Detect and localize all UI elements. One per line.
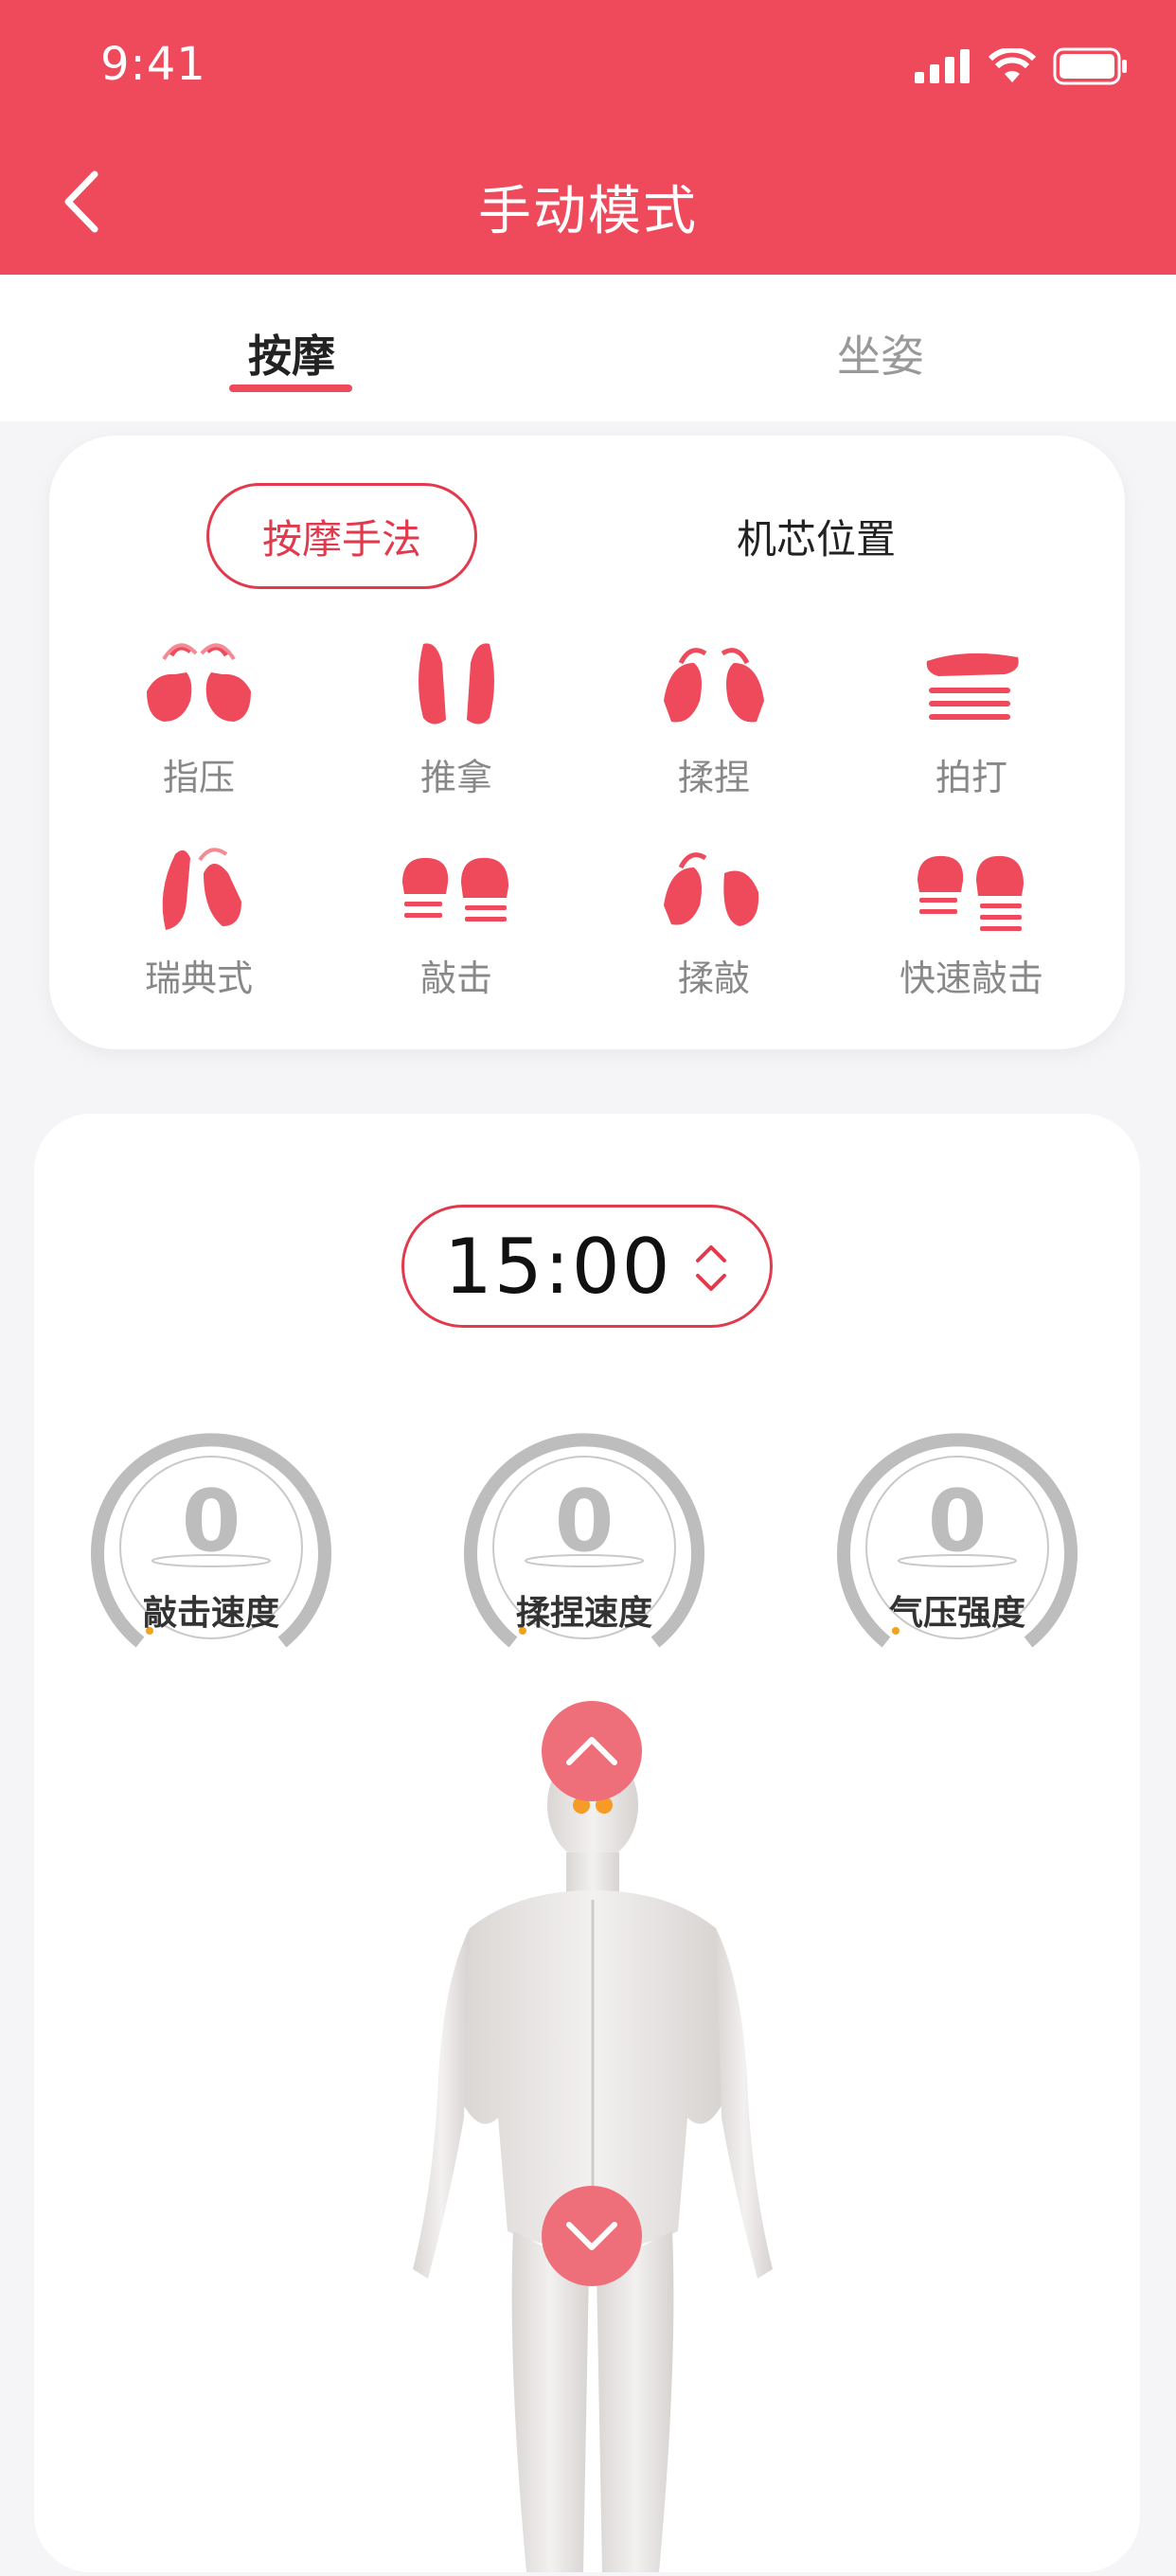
technique-item-swedish[interactable]: 瑞典式 <box>104 835 294 1001</box>
chevron-up-icon <box>566 1737 617 1765</box>
gauge-value: 0 <box>181 1472 241 1571</box>
technique-label: 快速敲击 <box>899 957 1043 999</box>
up-down-chevron-icon[interactable] <box>694 1240 728 1297</box>
move-up-button[interactable] <box>542 1701 642 1801</box>
technique-card: 按摩手法 机芯位置 指压 推拿 揉捏 拍打 瑞典式 敲击 揉敲 快速敲击 <box>49 436 1125 1049</box>
finger-press-icon <box>147 643 251 722</box>
tab-bar: 按摩 坐姿 <box>0 275 1176 421</box>
technique-label: 指压 <box>162 757 235 798</box>
tab-active-indicator <box>229 385 352 392</box>
technique-item-knead[interactable]: 揉捏 <box>619 635 809 800</box>
gauge-value: 0 <box>554 1472 615 1571</box>
battery-icon <box>1053 47 1127 85</box>
technique-label: 揉捏 <box>677 757 750 798</box>
signal-icon <box>915 49 970 83</box>
human-body-figure <box>413 1748 773 2572</box>
timer-value: 15:00 <box>444 1222 672 1311</box>
gauge-knead-speed[interactable]: 0 揉捏速度 <box>456 1424 712 1661</box>
knead-icon <box>664 648 764 723</box>
gauge-label: 敲击速度 <box>142 1594 279 1633</box>
status-time: 9:41 <box>100 38 206 91</box>
technique-label: 瑞典式 <box>144 957 253 999</box>
page-title: 手动模式 <box>478 181 698 242</box>
gauge-label: 揉捏速度 <box>515 1594 652 1633</box>
knead-tap-icon <box>664 852 759 926</box>
top-bar: 9:41 手动模式 <box>0 0 1176 275</box>
technique-label: 揉敲 <box>677 957 750 999</box>
gauge-label: 气压强度 <box>888 1594 1025 1633</box>
control-card: 15:00 0 敲击速度 0 揉捏速度 0 气压强度 <box>34 1114 1140 2572</box>
segment-movement-position[interactable]: 机芯位置 <box>674 483 958 589</box>
tap-icon <box>402 857 508 921</box>
tab-massage[interactable]: 按摩 <box>178 322 405 385</box>
technique-label: 推拿 <box>419 757 492 798</box>
wifi-icon <box>989 48 1036 82</box>
gauge-air-pressure[interactable]: 0 气压强度 <box>829 1424 1085 1661</box>
tab-sitting-posture[interactable]: 坐姿 <box>767 322 994 385</box>
technique-item-tuina[interactable]: 推拿 <box>362 635 551 800</box>
swedish-icon <box>162 848 241 930</box>
technique-item-finger-press[interactable]: 指压 <box>104 635 294 800</box>
timer-selector[interactable]: 15:00 <box>401 1205 773 1328</box>
gauge-value: 0 <box>927 1472 988 1571</box>
fast-tap-icon <box>918 855 1024 931</box>
body-figure-area <box>347 1701 839 2572</box>
segment-massage-technique[interactable]: 按摩手法 <box>206 483 477 589</box>
gauge-tap-speed[interactable]: 0 敲击速度 <box>83 1424 339 1661</box>
tuina-icon <box>419 643 494 724</box>
move-down-button[interactable] <box>542 2186 642 2286</box>
technique-label: 敲击 <box>419 957 492 999</box>
chevron-down-icon <box>566 2222 617 2250</box>
pat-icon <box>926 653 1019 720</box>
technique-item-pat[interactable]: 拍打 <box>877 635 1066 800</box>
technique-label: 拍打 <box>935 757 1007 798</box>
technique-item-knead-tap[interactable]: 揉敲 <box>619 835 809 1001</box>
technique-item-fast-tap[interactable]: 快速敲击 <box>877 835 1066 1001</box>
status-icons <box>915 47 1129 85</box>
technique-item-tap[interactable]: 敲击 <box>362 835 551 1001</box>
